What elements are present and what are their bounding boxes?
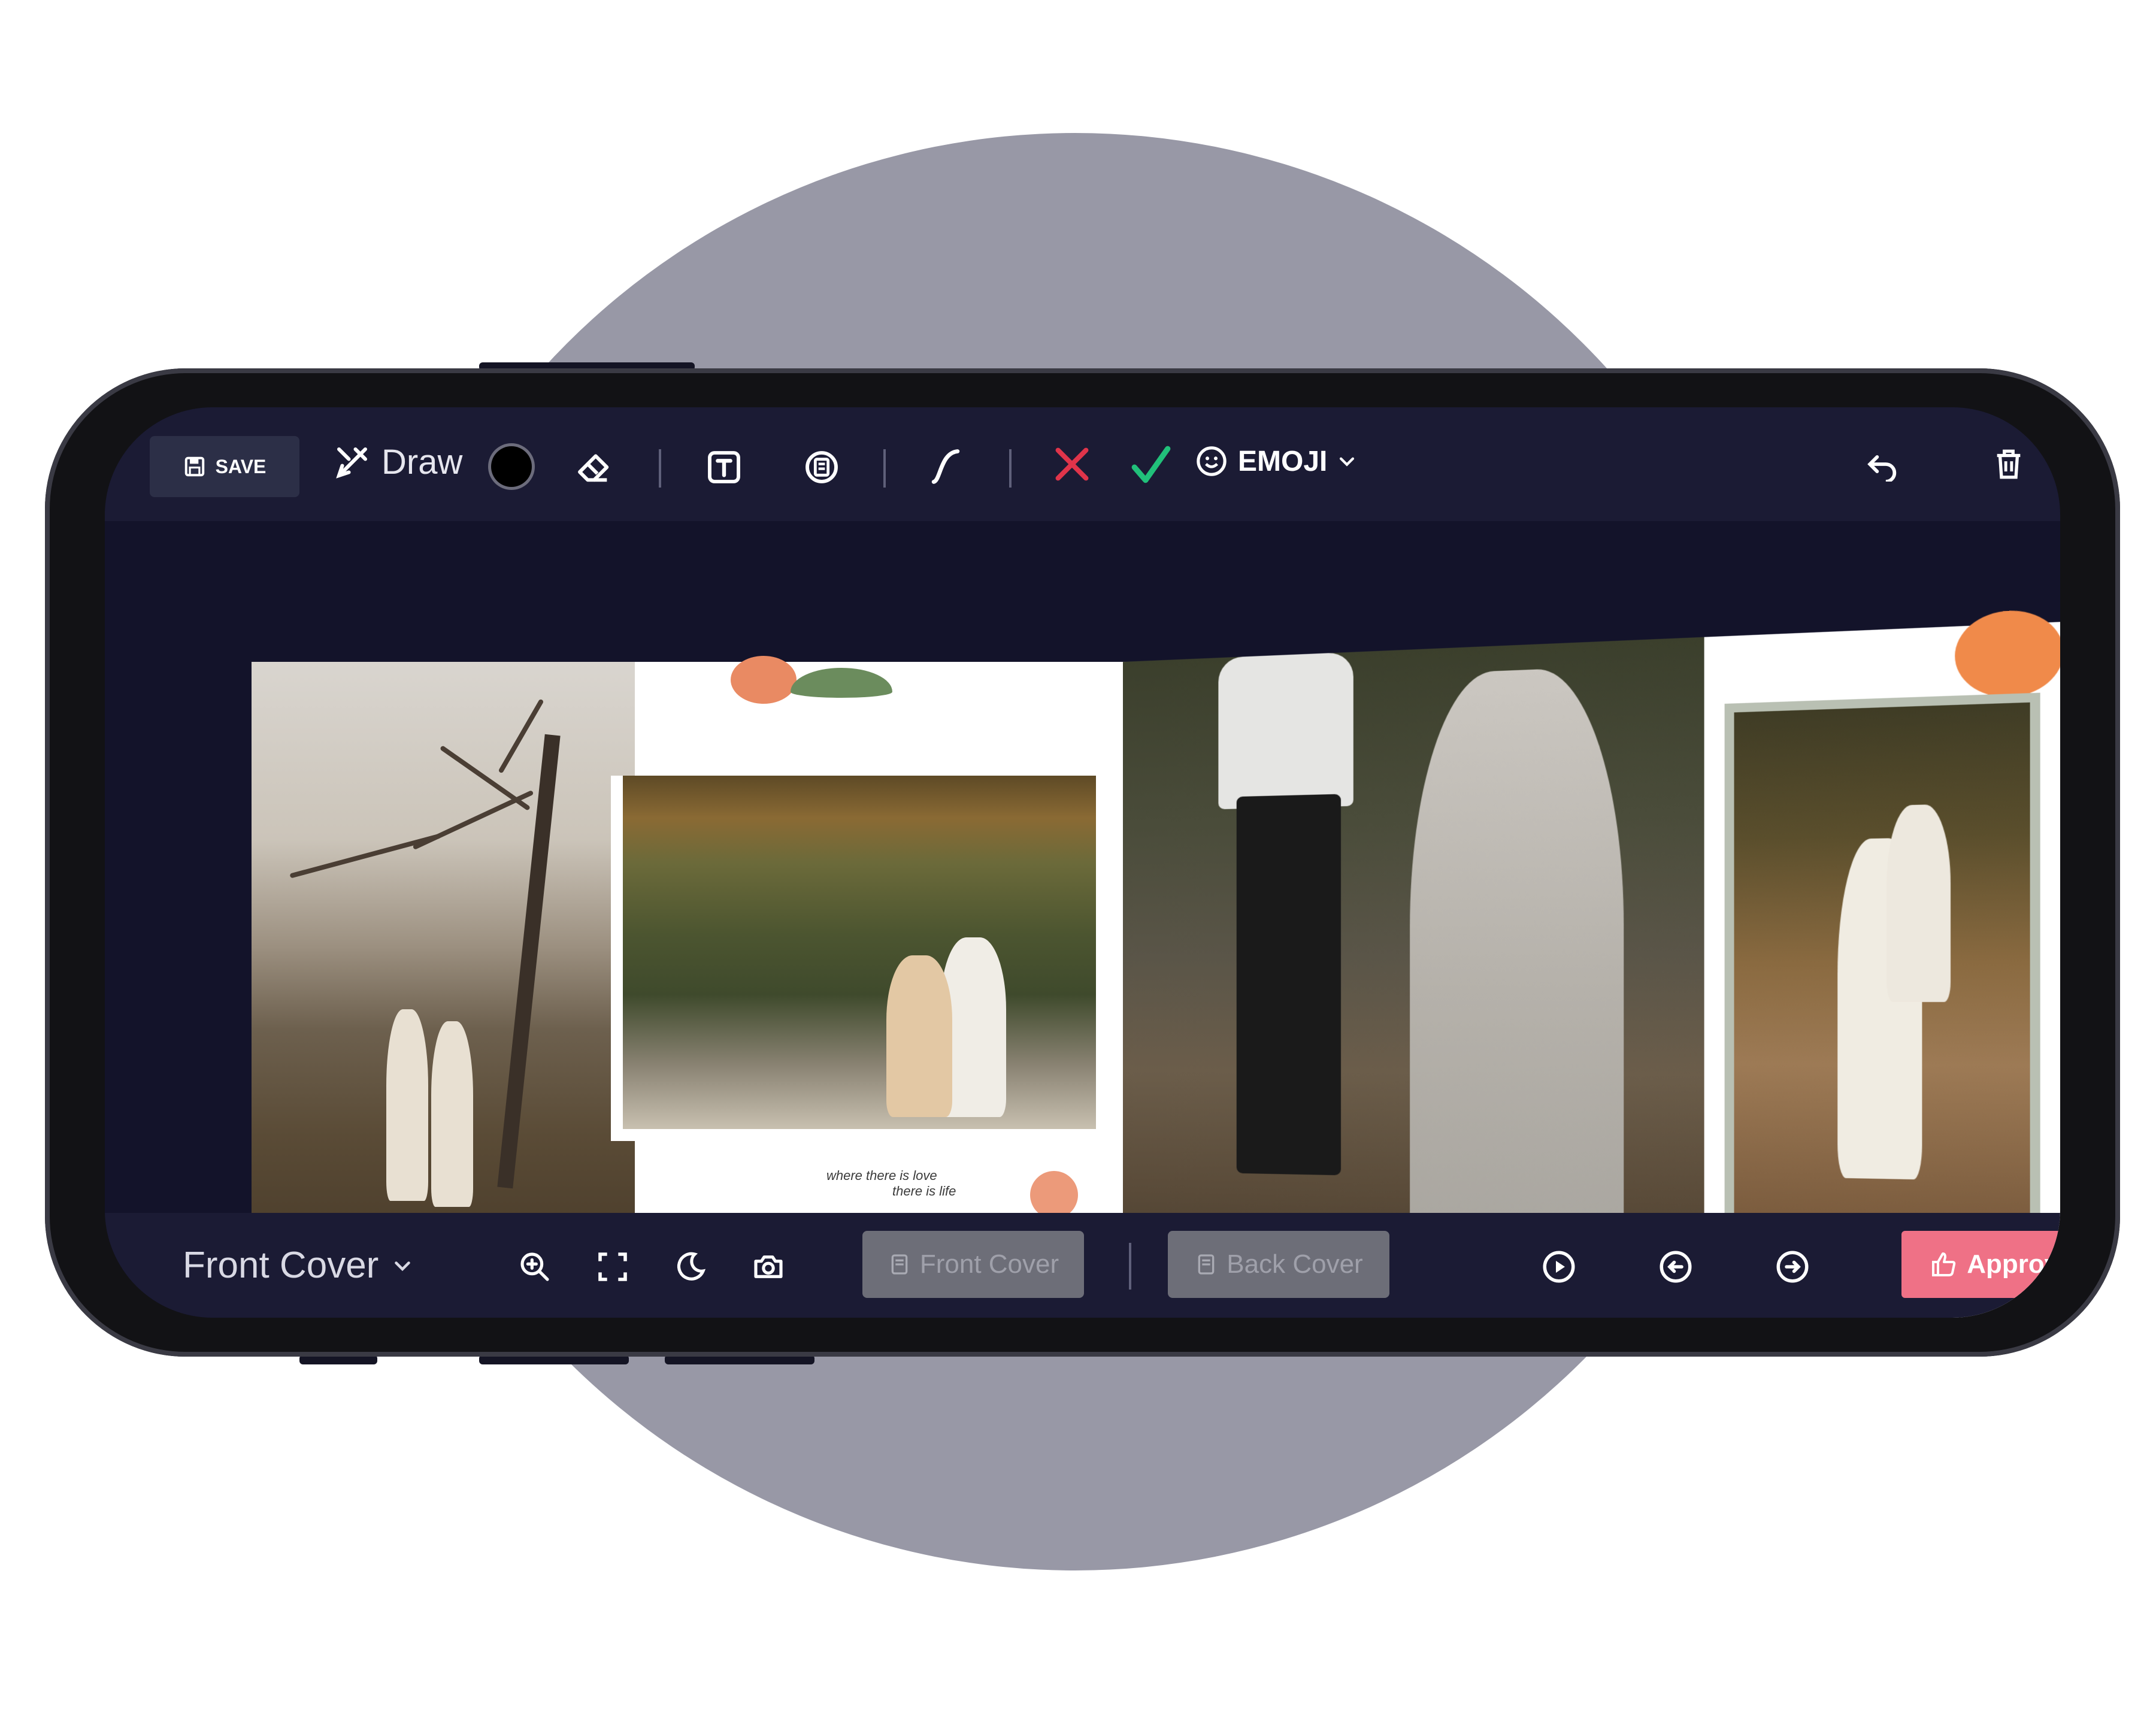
- save-label: SAVE: [216, 456, 267, 478]
- chevron-down-icon: [1337, 451, 1357, 471]
- play-button[interactable]: [1542, 1250, 1576, 1284]
- chevron-down-icon: [392, 1255, 413, 1276]
- groom-figure: [1218, 652, 1353, 810]
- photo-couple-sitting-image: [623, 776, 1096, 1129]
- floral-decoration: [731, 656, 797, 704]
- phone-frame: SAVE Draw EMOJI where there is love ther…: [45, 368, 2120, 1357]
- love-quote: where there is love there is life: [826, 1168, 956, 1199]
- couple-figure: [386, 1009, 428, 1201]
- top-toolbar: SAVE Draw EMOJI: [105, 407, 2060, 521]
- cancel-icon: [1051, 443, 1093, 485]
- floral-decoration: [791, 668, 892, 698]
- prev-page-button[interactable]: [1659, 1250, 1692, 1284]
- color-swatch[interactable]: [491, 446, 532, 487]
- back-cover-button[interactable]: Back Cover: [1168, 1231, 1389, 1298]
- delete-icon: [1991, 447, 2026, 482]
- eraser-button[interactable]: [575, 448, 613, 486]
- approve-label: Approve: [1967, 1249, 2060, 1279]
- fullscreen-icon: [596, 1250, 629, 1284]
- album-canvas[interactable]: where there is love there is life: [105, 521, 2060, 1213]
- emoji-icon: [1195, 444, 1228, 478]
- confirm-button[interactable]: [1129, 443, 1173, 488]
- text-icon: [705, 448, 743, 486]
- cancel-button[interactable]: [1051, 443, 1093, 485]
- save-icon: [183, 455, 206, 478]
- bottom-toolbar: Front Cover Front Cover Back Cover Appro…: [105, 1213, 2060, 1318]
- sticker-button[interactable]: [803, 448, 841, 486]
- curve-icon: [925, 446, 966, 487]
- draw-icon: [332, 443, 372, 482]
- cover-page-icon: [888, 1252, 912, 1276]
- dark-mode-icon: [674, 1250, 707, 1284]
- zoom-in-button[interactable]: [518, 1250, 552, 1284]
- album-page-left[interactable]: where there is love there is life: [252, 662, 1132, 1255]
- tree-branch: [289, 833, 441, 878]
- quote-line-1: where there is love: [826, 1168, 956, 1184]
- sticker-icon: [803, 448, 841, 486]
- fullscreen-button[interactable]: [596, 1250, 629, 1284]
- front-cover-button[interactable]: Front Cover: [862, 1231, 1084, 1298]
- undo-button[interactable]: [1866, 447, 1900, 482]
- toolbar-divider: [1009, 449, 1012, 488]
- couple-figure: [431, 1021, 473, 1207]
- bottom-divider: [1129, 1243, 1131, 1290]
- delete-button[interactable]: [1991, 447, 2026, 482]
- text-button[interactable]: [705, 448, 743, 486]
- couple-figure: [1886, 804, 1951, 1002]
- prev-icon: [1658, 1249, 1694, 1285]
- photo-couple-sitting[interactable]: [611, 776, 1108, 1141]
- front-cover-label: Front Cover: [920, 1249, 1059, 1279]
- draw-label: Draw: [381, 442, 462, 482]
- back-cover-label: Back Cover: [1227, 1249, 1362, 1279]
- next-page-button[interactable]: [1776, 1250, 1809, 1284]
- next-icon: [1775, 1249, 1810, 1285]
- app-screen: SAVE Draw EMOJI where there is love ther…: [105, 407, 2060, 1318]
- quote-line-2: there is life: [892, 1184, 956, 1199]
- toolbar-divider: [659, 449, 661, 488]
- confirm-icon: [1129, 443, 1173, 488]
- emoji-button[interactable]: EMOJI: [1195, 444, 1357, 478]
- couple-figure: [886, 955, 952, 1117]
- approve-button[interactable]: Approve: [1901, 1231, 2060, 1298]
- zoom-in-icon: [518, 1250, 552, 1284]
- groom-figure: [1237, 794, 1341, 1176]
- cover-page-icon: [1194, 1252, 1218, 1276]
- save-button[interactable]: SAVE: [150, 436, 299, 497]
- page-select-dropdown[interactable]: Front Cover: [183, 1244, 413, 1287]
- snapshot-button[interactable]: [752, 1250, 785, 1284]
- thumbs-up-icon: [1930, 1250, 1958, 1279]
- photo-couple-kiss[interactable]: [1725, 693, 2040, 1231]
- tree-branch: [498, 698, 544, 773]
- camera-icon: [752, 1250, 785, 1284]
- curve-button[interactable]: [925, 446, 966, 487]
- undo-icon: [1866, 447, 1900, 482]
- draw-tool[interactable]: Draw: [332, 442, 462, 482]
- emoji-label: EMOJI: [1238, 445, 1327, 478]
- eraser-icon: [575, 448, 613, 486]
- tree-branch: [440, 745, 531, 811]
- page-select-label: Front Cover: [183, 1244, 378, 1287]
- floral-decoration: [1030, 1171, 1078, 1219]
- toolbar-divider: [883, 449, 886, 488]
- dark-mode-button[interactable]: [674, 1250, 707, 1284]
- floral-decoration: [1955, 609, 2060, 699]
- play-icon: [1541, 1249, 1577, 1285]
- photo-tree-couple[interactable]: [252, 662, 635, 1255]
